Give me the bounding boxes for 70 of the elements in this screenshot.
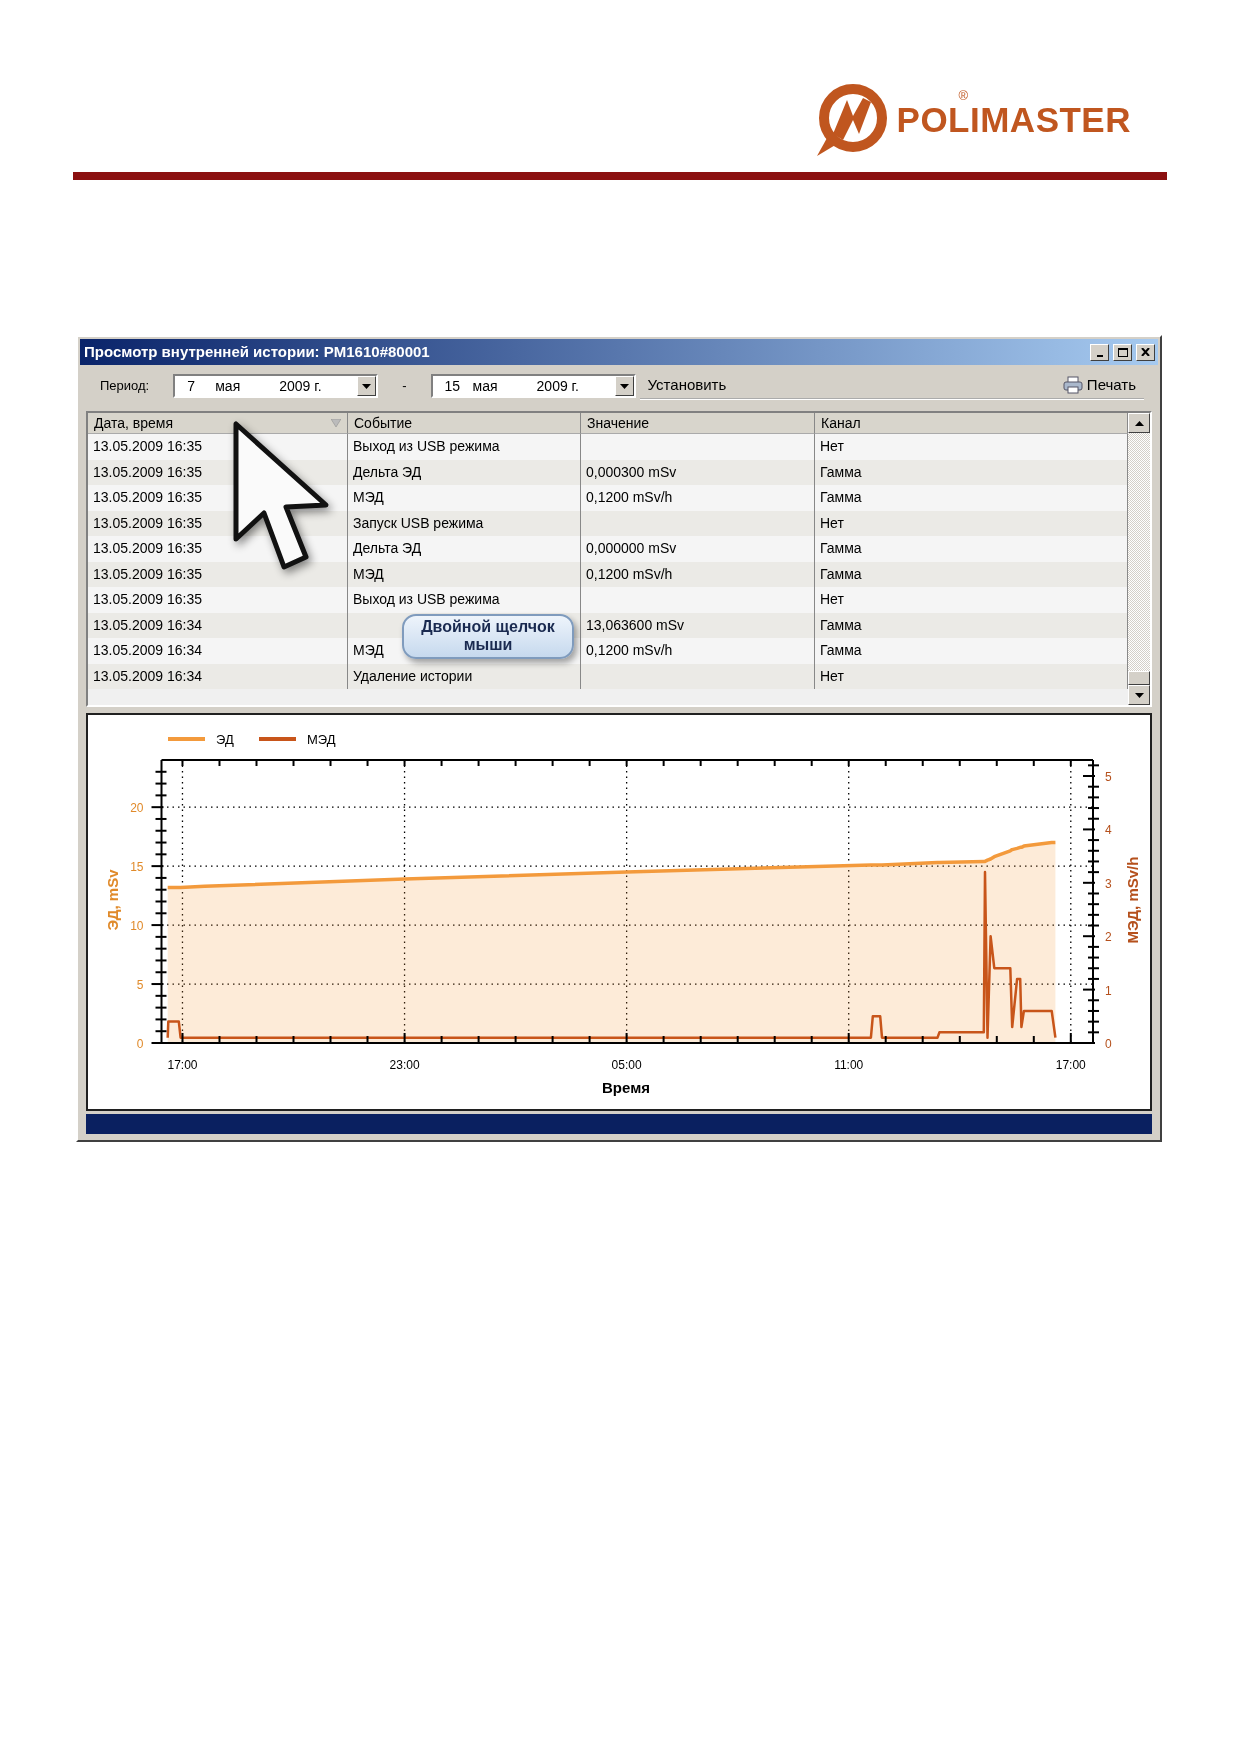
axis-tick-label: 2 <box>1105 930 1112 945</box>
column-header[interactable]: Канал <box>815 413 1128 434</box>
close-button[interactable] <box>1136 343 1155 361</box>
axis-tick-label: 15 <box>130 860 144 875</box>
table-cell: 13.05.2009 16:34 <box>88 663 348 689</box>
date-field[interactable]: 7 мая 2009 г. <box>173 374 379 398</box>
header-label: Дата, время <box>94 413 173 433</box>
table-cell: Удаление истории <box>348 663 581 689</box>
scrollbar-thumb[interactable] <box>1128 671 1150 685</box>
axis-title: Время <box>602 1079 650 1096</box>
axis-title: МЭД, mSv/h <box>1124 856 1141 944</box>
table-cell: Дельта ЭД <box>348 536 581 562</box>
axis-tick-label: 3 <box>1105 876 1112 891</box>
axis-tick-label: 4 <box>1105 823 1112 838</box>
table-cell: Выход из USB режима <box>348 434 581 460</box>
down-arrow-icon <box>1134 692 1144 698</box>
print-button[interactable]: Печать <box>1054 371 1144 399</box>
printer-icon <box>1062 376 1083 394</box>
column-header[interactable]: Значение <box>581 413 815 434</box>
close-icon <box>1141 348 1150 356</box>
legend-swatch <box>168 737 205 741</box>
set-button[interactable]: Установить <box>639 371 735 399</box>
axis-tick-label: 11:00 <box>834 1058 864 1072</box>
axis-tick-label: 1 <box>1105 983 1112 998</box>
scroll-down-button[interactable] <box>1128 685 1150 705</box>
axis-tick-label: 0 <box>1105 1037 1112 1051</box>
minimize-button[interactable] <box>1090 343 1109 361</box>
minimize-icon <box>1096 355 1103 357</box>
table-cell: 0,1200 mSv/h <box>581 485 815 511</box>
axis-tick-label: 5 <box>136 978 144 993</box>
caret-icon <box>362 383 372 389</box>
callout: Двойной щелчок мыши <box>402 614 574 659</box>
table-cell: 0,1200 mSv/h <box>581 638 815 664</box>
legend-label: МЭД <box>307 732 336 747</box>
date-part: 15 <box>444 376 462 396</box>
date-separator: - <box>402 377 407 396</box>
column-header[interactable]: Дата, время <box>88 413 348 434</box>
caret-icon <box>619 383 629 389</box>
date-part: мая <box>472 376 499 396</box>
axis-tick-label: 17:00 <box>167 1058 198 1072</box>
legend-label: ЭД <box>216 732 234 747</box>
date-part: 2009 г. <box>536 376 580 396</box>
date-part: мая <box>215 376 242 396</box>
up-arrow-icon <box>1134 420 1144 426</box>
column-header[interactable]: Событие <box>348 413 581 434</box>
maximize-icon <box>1117 347 1128 357</box>
table-cell: Выход из USB режима <box>348 587 581 613</box>
table-cell: 0,000000 mSv <box>581 536 815 562</box>
table-cell: 13.05.2009 16:35 <box>88 587 348 613</box>
scrollbar-track[interactable] <box>1128 413 1150 705</box>
table-cell: МЭД <box>348 485 581 511</box>
axis-tick-label: 23:00 <box>389 1058 420 1072</box>
axis-tick-label: 20 <box>130 801 144 816</box>
dropdown-button[interactable] <box>614 376 634 396</box>
axis-tick-label: 05:00 <box>611 1058 642 1072</box>
scroll-up-button[interactable] <box>1128 413 1150 433</box>
axis-tick-label: 10 <box>130 919 144 934</box>
axis-tick-label: 5 <box>1105 770 1112 784</box>
maximize-button[interactable] <box>1113 343 1132 361</box>
date-field[interactable]: 15 мая 2009 г. <box>430 374 636 398</box>
date-part: 2009 г. <box>279 376 323 396</box>
date-part: 7 <box>187 376 196 396</box>
table-cell: 13.05.2009 16:34 <box>88 638 348 664</box>
window-title: Просмотр внутренней истории: PM1610#80001 <box>84 341 430 362</box>
legend-swatch <box>259 737 296 741</box>
axis-title: ЭД, mSv <box>104 869 121 931</box>
dropdown-button[interactable] <box>357 376 377 396</box>
axis-tick-label: 0 <box>136 1037 144 1051</box>
axis-tick-label: 17:00 <box>1055 1058 1086 1072</box>
period-label: Период: <box>100 377 150 396</box>
